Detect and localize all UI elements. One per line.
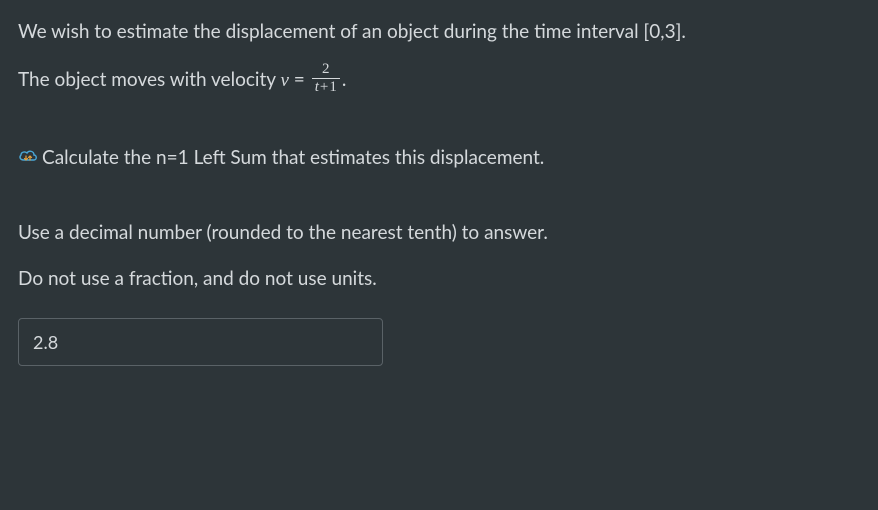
task-line: Calculate the n=1 Left Sum that estimate… [18, 144, 858, 173]
problem-line-1: We wish to estimate the displacement of … [18, 18, 858, 46]
frac-den-plus: + [319, 79, 329, 95]
equals-sign: = [289, 68, 310, 91]
line2-prefix: The object moves with velocity [18, 68, 281, 91]
answer-input[interactable] [18, 318, 383, 366]
velocity-variable: v [281, 70, 289, 91]
line2-suffix: . [342, 68, 346, 91]
task-text: Calculate the n=1 Left Sum that estimate… [42, 146, 544, 169]
frac-den-one: 1 [329, 79, 337, 95]
fraction-numerator: 2 [312, 62, 340, 80]
instruction-1: Use a decimal number (rounded to the nea… [18, 219, 858, 247]
instruction-2: Do not use a fraction, and do not use un… [18, 265, 858, 293]
fraction-denominator: t+1 [312, 79, 340, 96]
fraction: 2t+1 [312, 62, 340, 97]
problem-line-2: The object moves with velocity v = 2t+1. [18, 64, 858, 99]
cloud-icon [18, 143, 38, 171]
